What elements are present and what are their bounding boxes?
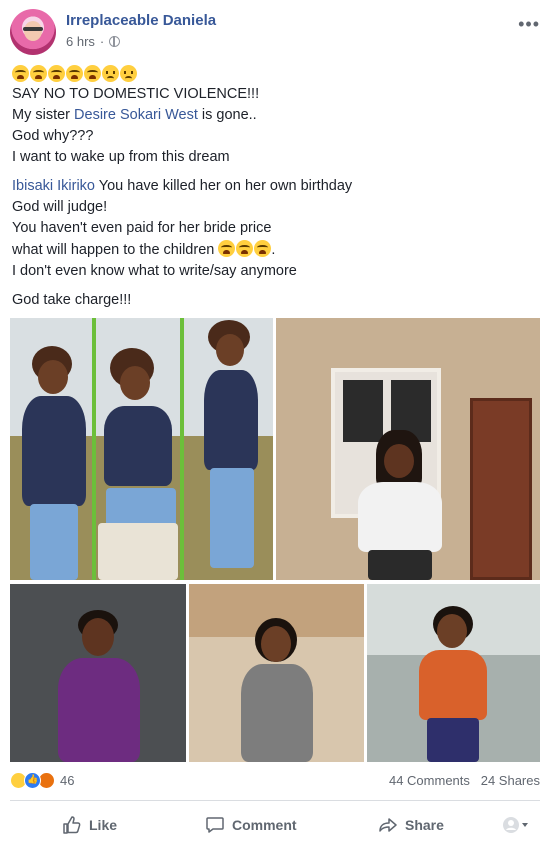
more-options-icon[interactable]: ••• [518, 14, 540, 35]
text-line: My sister Desire Sokari West is gone.. [12, 105, 538, 126]
person-figure [98, 348, 178, 580]
text-line: God why??? [12, 128, 94, 144]
person-figure [44, 610, 154, 762]
text-span: You have killed her on her own birthday [95, 178, 353, 194]
photo-collage[interactable] [10, 318, 273, 580]
like-label: Like [89, 817, 118, 833]
tears-emoji-group [218, 239, 272, 257]
crying-face-icon [254, 240, 272, 257]
share-label: Share [405, 817, 444, 833]
collage-divider [180, 318, 184, 580]
post-text: SAY NO TO DOMESTIC VIOLENCE!!! My sister… [12, 64, 538, 311]
person-figure [190, 320, 270, 578]
text-line: SAY NO TO DOMESTIC VIOLENCE!!! [12, 86, 260, 102]
divider [10, 800, 540, 801]
share-arrow-icon [379, 818, 397, 832]
text-line: I don't even know what to write/say anym… [12, 263, 297, 279]
photo-door [470, 398, 532, 580]
photo-purple-dress[interactable] [10, 584, 186, 762]
comments-count[interactable]: 44 Comments [389, 773, 470, 788]
comment-bubble-icon [206, 817, 224, 833]
text-line: I want to wake up from this dream [12, 149, 230, 165]
reaction-summary[interactable]: 46 [10, 772, 74, 789]
author-avatar[interactable] [10, 9, 56, 55]
post-meta: 6 hrs · [66, 34, 121, 49]
person-legs [210, 468, 254, 568]
profile-chevron-icon [503, 817, 528, 833]
photo-gray-dress[interactable] [189, 584, 364, 762]
text-span: what will happen to the children [12, 242, 215, 258]
sad-face-icon [120, 65, 137, 82]
crying-face-icon [12, 65, 29, 82]
text-span: My sister [12, 107, 75, 123]
like-button[interactable]: Like [62, 815, 117, 835]
comment-share-counts: 44 Comments 24 Shares [389, 773, 540, 788]
reaction-count: 46 [60, 773, 75, 788]
crying-face-icon [84, 65, 101, 82]
tagged-person-link[interactable]: Ibisaki Ikiriko [12, 178, 95, 194]
tagged-person-link[interactable]: Desire Sokari West [74, 107, 198, 123]
person-torso [358, 482, 442, 552]
thumbs-up-icon [63, 816, 81, 834]
text-span: . [271, 242, 276, 258]
sad-face-icon [102, 65, 119, 82]
like-reaction-icon [24, 772, 41, 789]
crying-face-icon [218, 240, 236, 257]
car-seat [98, 523, 178, 580]
post-stats: 46 44 Comments 24 Shares [10, 770, 540, 792]
post-time[interactable]: 6 hrs [66, 34, 95, 49]
globe-icon[interactable] [109, 36, 121, 47]
person-head [384, 444, 414, 478]
person-head [216, 334, 244, 366]
person-torso [419, 650, 487, 720]
text-line: God will judge! [12, 199, 108, 215]
person-figure [16, 346, 88, 580]
crying-face-icon [30, 65, 47, 82]
avatar-face [24, 21, 42, 41]
person-head [82, 618, 114, 656]
person-torso [241, 664, 313, 762]
photo-colorful-outfit[interactable] [367, 584, 540, 762]
shares-count[interactable]: 24 Shares [481, 773, 540, 788]
person-figure [235, 618, 319, 762]
share-button[interactable]: Share [378, 815, 444, 835]
comment-button[interactable]: Comment [205, 815, 297, 835]
comment-label: Comment [232, 817, 297, 833]
person-torso [58, 658, 140, 762]
person-figure [413, 606, 493, 762]
author-name[interactable]: Irreplaceable Daniela [66, 12, 216, 29]
person-torso [22, 396, 86, 506]
collage-divider [92, 318, 96, 580]
text-line: what will happen to the children . [12, 239, 538, 261]
audience-selector[interactable] [502, 815, 530, 835]
person-head [437, 614, 467, 648]
person-legs [30, 504, 78, 580]
person-head [261, 626, 291, 662]
emoji-row [12, 64, 538, 84]
photo-window-door[interactable] [276, 318, 540, 580]
avatar-glasses [23, 27, 43, 31]
crying-face-icon [48, 65, 65, 82]
person-head [120, 366, 150, 400]
action-bar: Like Comment Share [0, 806, 550, 844]
person-legs [368, 550, 432, 580]
person-torso [104, 406, 172, 486]
crying-face-icon [236, 240, 254, 257]
person-legs [427, 718, 479, 762]
text-span: is gone.. [197, 107, 257, 123]
meta-dot: · [99, 34, 105, 49]
text-line: God take charge!!! [12, 292, 132, 308]
text-line: You haven't even paid for her bride pric… [12, 220, 272, 236]
photo-grid [10, 318, 540, 762]
post-header: Irreplaceable Daniela 6 hrs · ••• [0, 0, 550, 58]
person-figure [354, 430, 446, 580]
crying-face-icon [66, 65, 83, 82]
person-torso [204, 370, 258, 470]
text-line: Ibisaki Ikiriko You have killed her on h… [12, 176, 538, 197]
person-head [38, 360, 68, 394]
